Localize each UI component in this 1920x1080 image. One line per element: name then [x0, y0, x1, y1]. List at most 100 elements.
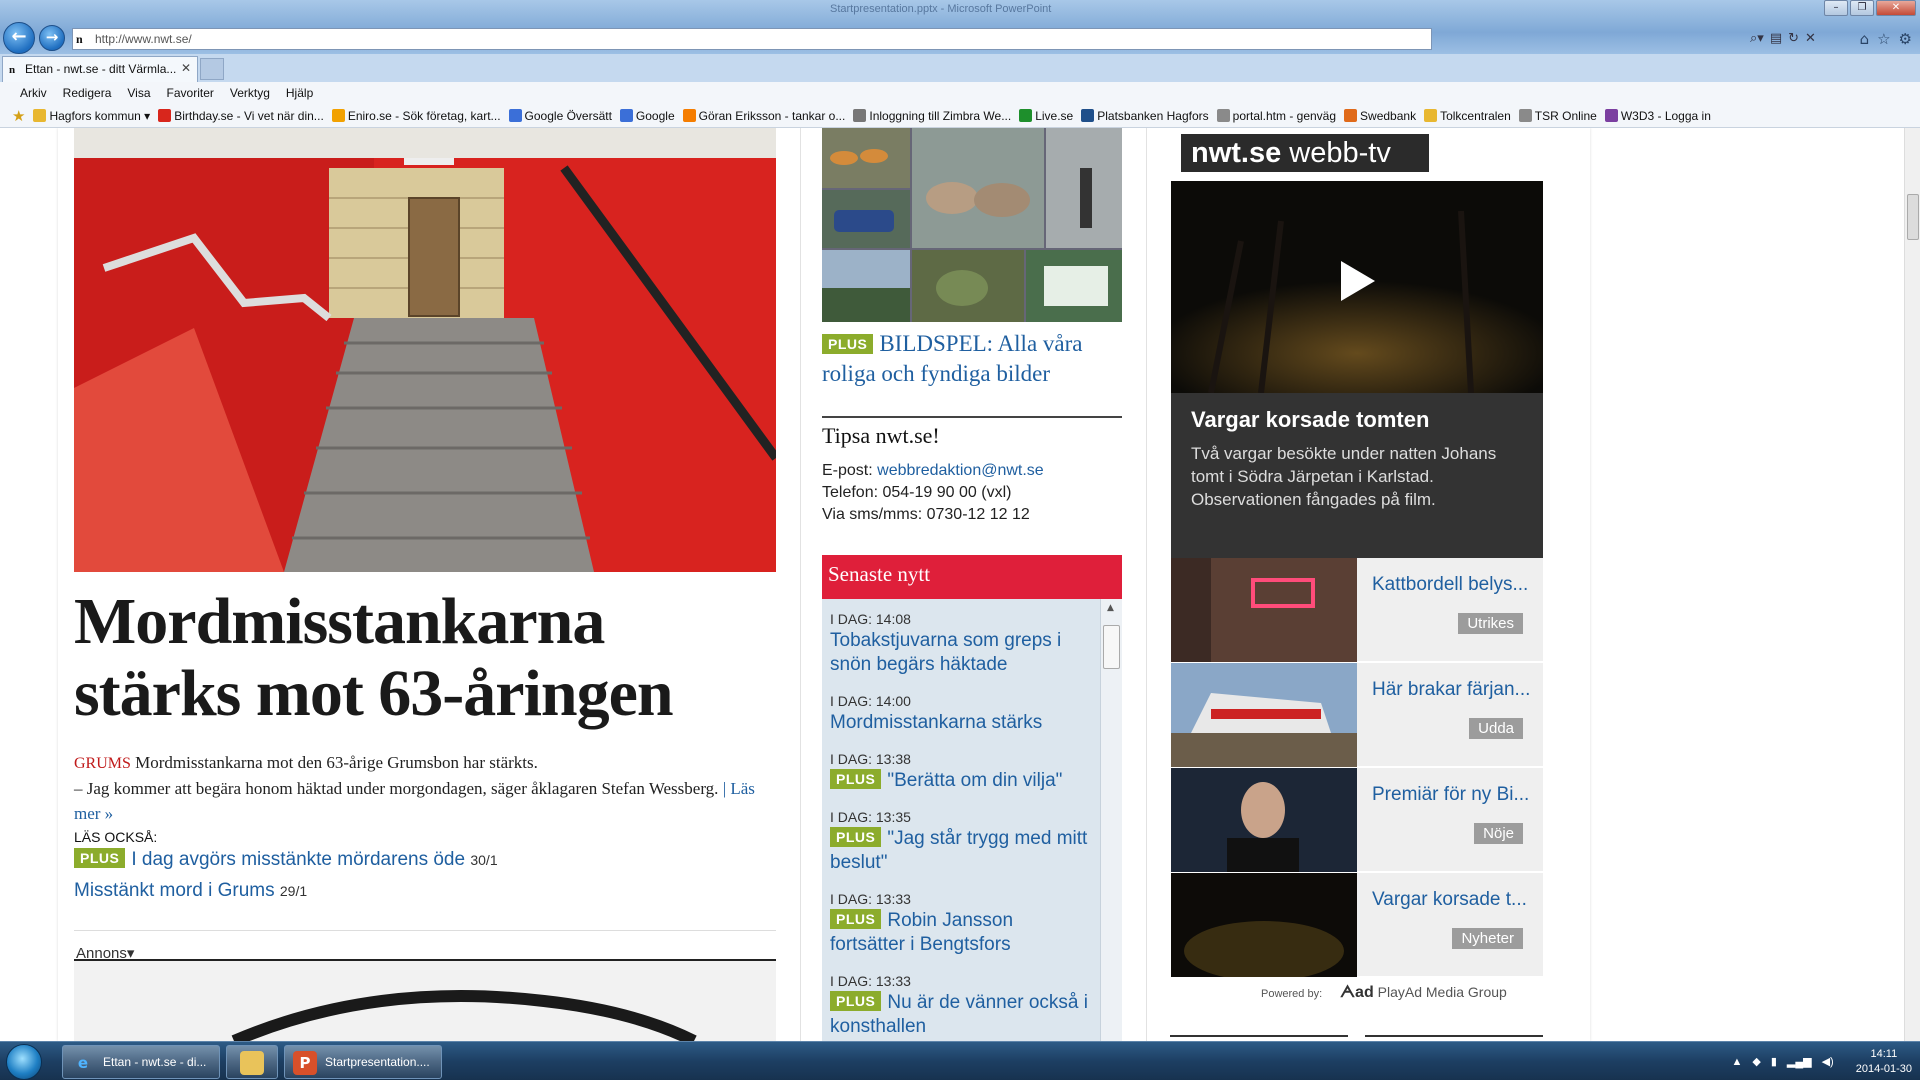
webbtv-logo[interactable]: nwt.se webb-tv — [1181, 134, 1429, 172]
tv-thumbnail[interactable] — [1171, 768, 1357, 872]
page-scrollbar[interactable] — [1904, 128, 1920, 1041]
menu-verktyg[interactable]: Verktyg — [222, 82, 278, 104]
featured-video-info[interactable]: Vargar korsade tomten Två vargar besökte… — [1171, 393, 1543, 585]
tv-item-category[interactable]: Nyheter — [1452, 928, 1523, 949]
favorites-star-icon[interactable]: ☆ — [1877, 28, 1890, 50]
news-item[interactable]: I DAG: 13:33 PLUS Robin Jansson fortsätte… — [830, 891, 1092, 957]
tv-thumbnail[interactable] — [1171, 873, 1357, 977]
compatibility-icon[interactable]: ▤ — [1770, 28, 1782, 50]
news-title-wrap[interactable]: PLUS "Jag står trygg med mitt beslut" — [830, 827, 1092, 875]
close-window-button[interactable]: ✕ — [1876, 0, 1916, 16]
network-icon[interactable]: ▮ — [1771, 1055, 1777, 1068]
tv-item-category[interactable]: Utrikes — [1458, 613, 1523, 634]
favorite-item[interactable]: Hagfors kommun ▾ — [33, 109, 150, 123]
menu-visa[interactable]: Visa — [119, 82, 158, 104]
tv-item-title[interactable]: Kattbordell belys... — [1372, 574, 1537, 596]
news-title[interactable]: Mordmisstankarna stärks — [830, 711, 1092, 735]
bildspel-link[interactable]: PLUS BILDSPEL: Alla våra roliga och fyndi… — [822, 329, 1122, 389]
menu-redigera[interactable]: Redigera — [55, 82, 120, 104]
tv-item-title[interactable]: Här brakar färjan... — [1372, 679, 1537, 701]
taskbar-item-powerpoint[interactable]: P Startpresentation.... — [284, 1045, 442, 1079]
back-button[interactable]: ← — [3, 22, 35, 54]
tv-thumbnail[interactable] — [1171, 558, 1357, 662]
related-article-2[interactable]: Misstänkt mord i Grums 29/1 — [74, 880, 307, 902]
refresh-icon[interactable]: ↻ — [1788, 28, 1799, 50]
signal-icon[interactable]: ▂▄▆ — [1787, 1055, 1812, 1068]
tv-thumbnail[interactable] — [1171, 663, 1357, 767]
menu-arkiv[interactable]: Arkiv — [12, 82, 55, 104]
news-title[interactable]: "Berätta om din vilja" — [887, 770, 1062, 791]
play-icon[interactable] — [1341, 261, 1375, 301]
favorite-item[interactable]: Platsbanken Hagfors — [1081, 109, 1209, 123]
clock[interactable]: 14:11 2014-01-30 — [1856, 1047, 1912, 1077]
add-favorite-star-icon[interactable]: ★ — [12, 107, 25, 125]
senaste-scrollbar[interactable]: ▲ — [1100, 599, 1122, 1041]
senaste-nytt-list[interactable]: I DAG: 14:08 Tobakstjuvarna som greps i … — [822, 599, 1122, 1041]
favorite-item[interactable]: Live.se — [1019, 109, 1073, 123]
related-title[interactable]: Misstänkt mord i Grums — [74, 880, 275, 901]
restore-button[interactable]: ❐ — [1850, 0, 1874, 16]
forward-button[interactable]: → — [39, 25, 65, 51]
favorite-item[interactable]: portal.htm - genväg — [1216, 109, 1336, 123]
tv-list-item[interactable]: Kattbordell belys... Utrikes — [1171, 558, 1543, 662]
scroll-up-arrow-icon[interactable]: ▲ — [1107, 603, 1114, 613]
taskbar-item-browser[interactable]: e Ettan - nwt.se - di... — [62, 1045, 220, 1079]
news-title-wrap[interactable]: PLUS Robin Jansson fortsätter i Bengtsfor… — [830, 909, 1092, 957]
minimize-button[interactable]: – — [1824, 0, 1848, 16]
volume-icon[interactable]: ◀) — [1822, 1055, 1834, 1068]
related-date: 29/1 — [279, 883, 308, 899]
menu-hjalp[interactable]: Hjälp — [278, 82, 321, 104]
news-item[interactable]: I DAG: 14:08 Tobakstjuvarna som greps i … — [830, 611, 1092, 677]
url-text[interactable]: http://www.nwt.se/ — [95, 32, 192, 46]
news-title[interactable]: Tobakstjuvarna som greps i snön begärs h… — [830, 629, 1092, 677]
related-article-1[interactable]: PLUS I dag avgörs misstänkte mördarens öd… — [74, 848, 498, 871]
news-item[interactable]: I DAG: 13:35 PLUS "Jag står trygg med mit… — [830, 809, 1092, 875]
tab-close-icon[interactable]: ✕ — [181, 61, 191, 75]
favorite-item[interactable]: Google — [619, 109, 675, 123]
favorite-item[interactable]: Inloggning till Zimbra We... — [853, 109, 1011, 123]
home-icon[interactable]: ⌂ — [1860, 28, 1870, 50]
article-headline[interactable]: Mordmisstankarna stärks mot 63-åringen — [74, 586, 776, 730]
bildspel-thumbnail-grid[interactable] — [822, 128, 1122, 322]
news-title-wrap[interactable]: PLUS Nu är de vänner också i konsthallen — [830, 991, 1092, 1039]
tv-list-item[interactable]: Premiär för ny Bi... Nöje — [1171, 768, 1543, 872]
email-link[interactable]: webbredaktion@nwt.se — [877, 462, 1044, 479]
favorite-item[interactable]: Google Översätt — [508, 109, 612, 123]
new-tab-button[interactable] — [200, 58, 224, 80]
favorite-item[interactable]: W3D3 - Logga in — [1604, 109, 1711, 123]
video-player[interactable] — [1171, 181, 1543, 393]
favorite-item[interactable]: Göran Eriksson - tankar o... — [682, 109, 845, 123]
search-icon[interactable]: ⌕▾ — [1750, 28, 1764, 50]
start-button[interactable] — [6, 1044, 42, 1080]
related-title[interactable]: I dag avgörs misstänkte mördarens öde — [131, 849, 465, 870]
playad-credit[interactable]: ᗅad PlayAd Media Group — [1340, 984, 1507, 1002]
page-scroll-thumb[interactable] — [1907, 194, 1919, 240]
news-title-wrap[interactable]: PLUS "Berätta om din vilja" — [830, 769, 1092, 793]
news-item[interactable]: I DAG: 14:00 Mordmisstankarna stärks — [830, 693, 1092, 735]
featured-video-title[interactable]: Vargar korsade tomten — [1191, 407, 1523, 433]
dropbox-icon[interactable]: ◆ — [1752, 1055, 1760, 1068]
address-bar[interactable]: n http://www.nwt.se/ — [72, 28, 1432, 50]
tv-item-title[interactable]: Vargar korsade t... — [1372, 889, 1537, 911]
ad-banner[interactable] — [74, 961, 776, 1041]
news-item[interactable]: I DAG: 13:33 PLUS Nu är de vänner också i… — [830, 973, 1092, 1039]
tray-expand-icon[interactable]: ▲ — [1731, 1056, 1742, 1068]
tv-list-item[interactable]: Här brakar färjan... Udda — [1171, 663, 1543, 767]
favorite-item[interactable]: Swedbank — [1344, 109, 1416, 123]
senaste-scroll-thumb[interactable] — [1103, 625, 1120, 669]
taskbar-item-explorer[interactable] — [226, 1045, 278, 1079]
favorite-item[interactable]: Eniro.se - Sök företag, kart... — [331, 109, 501, 123]
gear-icon[interactable]: ⚙ — [1899, 28, 1912, 50]
tv-item-category[interactable]: Nöje — [1474, 823, 1523, 844]
favorite-item[interactable]: TSR Online — [1518, 109, 1597, 123]
tv-item-title[interactable]: Premiär för ny Bi... — [1372, 784, 1537, 806]
stop-icon[interactable]: ✕ — [1805, 28, 1816, 50]
tv-item-category[interactable]: Udda — [1469, 718, 1523, 739]
favorite-item[interactable]: Tolkcentralen — [1424, 109, 1511, 123]
menu-favoriter[interactable]: Favoriter — [159, 82, 222, 104]
article-hero-image[interactable] — [74, 128, 776, 572]
tv-list-item[interactable]: Vargar korsade t... Nyheter — [1171, 873, 1543, 977]
favorite-item[interactable]: Birthday.se - Vi vet när din... — [158, 109, 324, 123]
news-item[interactable]: I DAG: 13:38 PLUS "Berätta om din vilja" — [830, 751, 1092, 793]
tab-active[interactable]: n Ettan - nwt.se - ditt Värmla... ✕ — [2, 56, 198, 82]
